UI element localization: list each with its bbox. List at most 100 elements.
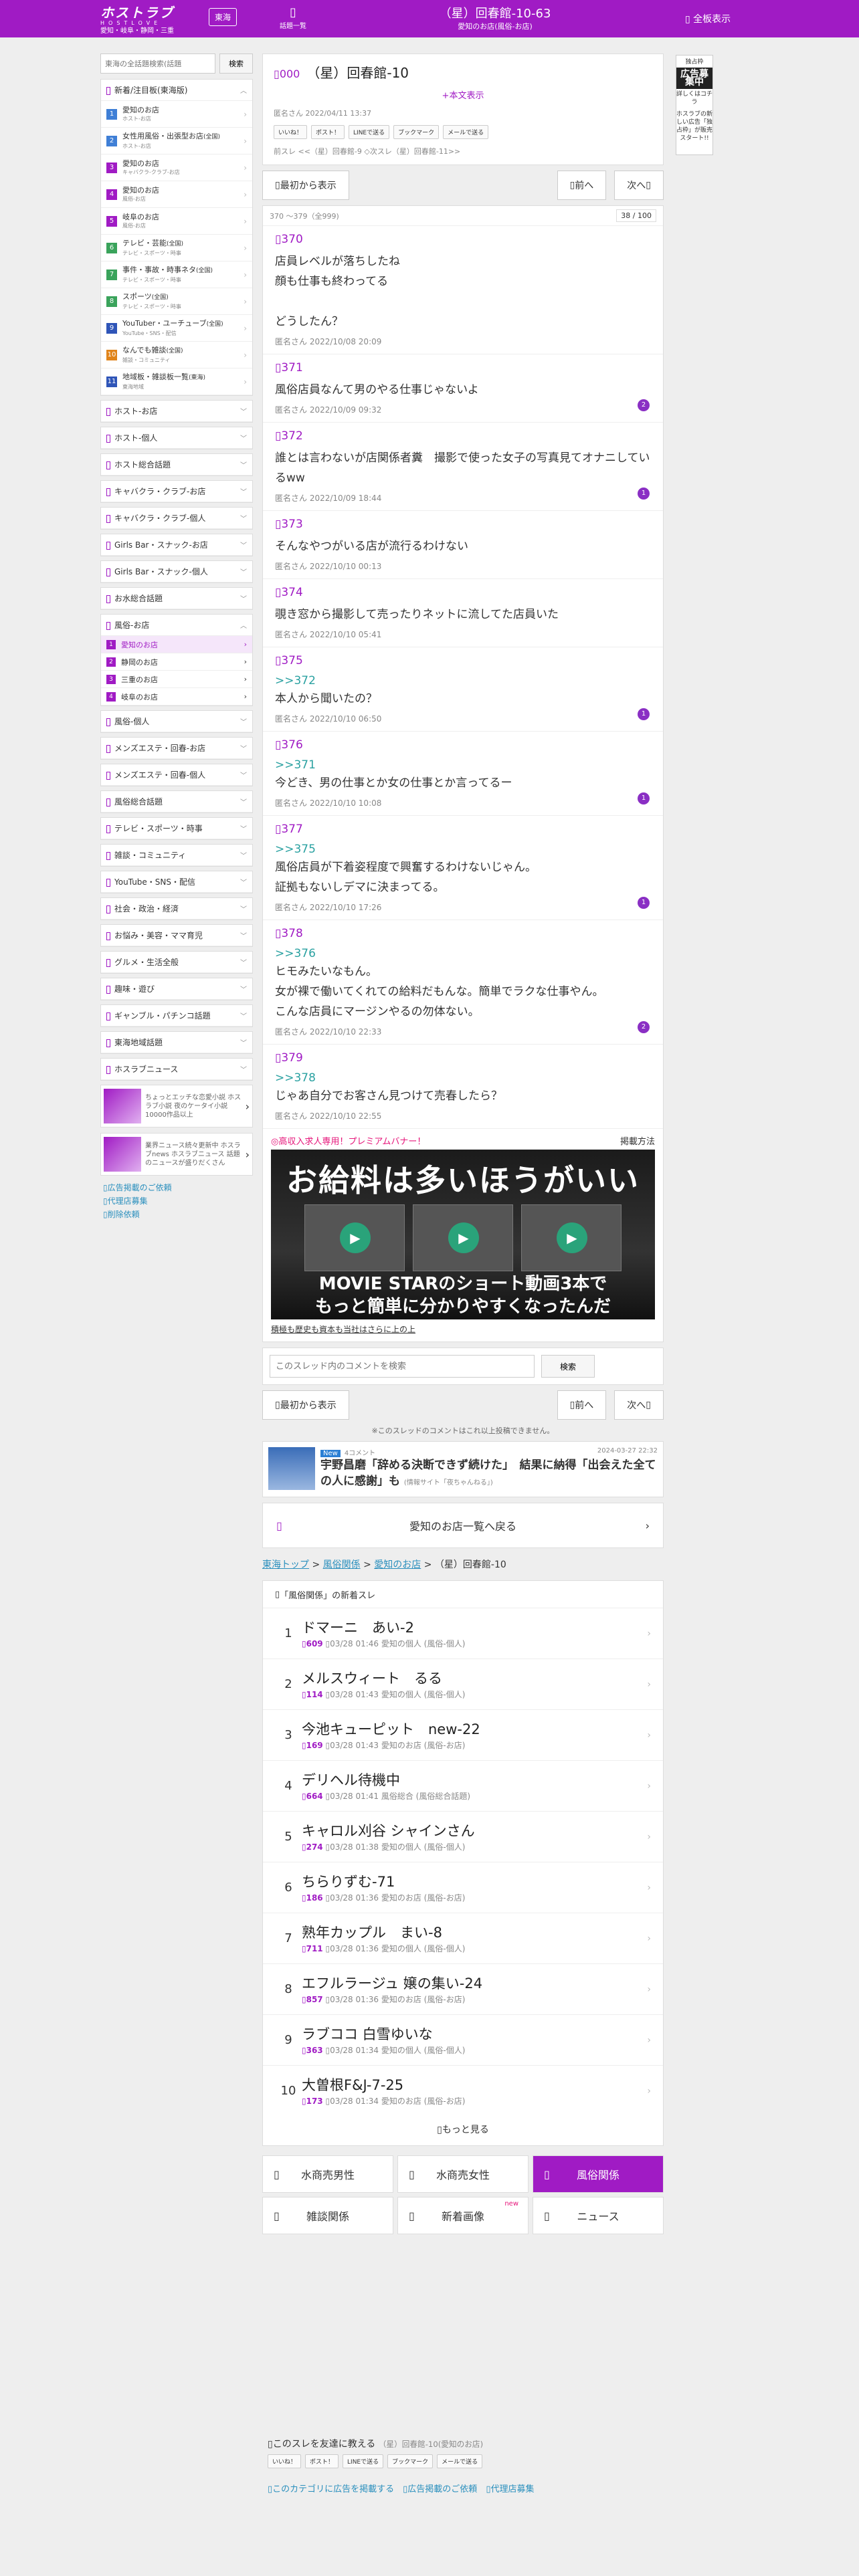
sidebar-section-head[interactable]: Girls Bar・スナック-お店 ﹀ [101, 534, 252, 556]
reply-anchor[interactable]: >>376 [275, 946, 651, 962]
share-button[interactable]: ポスト！ [305, 2454, 339, 2468]
sidebar-banner[interactable]: 業界ニュース続々更新中 ホスラブnews ホスラブニュース 話題のニュースが盛り… [100, 1133, 253, 1176]
post-number[interactable]: ▯372 [275, 429, 651, 443]
reply-count-badge[interactable]: 1 [638, 488, 650, 500]
premium-foot[interactable]: 積極も歴史も資本も当社はさらに上の上 [263, 1319, 663, 1341]
sidebar-section-head[interactable]: メンズエステ・回春-お店 ﹀ [101, 738, 252, 759]
sidebar-section-head[interactable]: お悩み・美容・ママ育児 ﹀ [101, 925, 252, 946]
share-button[interactable]: メールで送る [437, 2454, 483, 2468]
sidebar-popular-item[interactable]: 3 愛知のお店 キャバクラ-クラブ-お店 › [101, 154, 252, 181]
new-thread-item[interactable]: 5 キャロル刈谷 シャインさん ▯274 ▯03/28 01:38 愛知の個人 (風… [263, 1811, 663, 1862]
category-button[interactable]: ▯ ニュース [533, 2197, 664, 2234]
premium-banner[interactable]: ◎高収入求人専用！プレミアムバナー！ 掲載方法 お給料は多いほうがいい ▶ ▶ ▶… [263, 1129, 663, 1341]
page-indicator[interactable]: 38 / 100 [616, 209, 656, 222]
reply-count-badge[interactable]: 2 [638, 1021, 650, 1033]
post-number[interactable]: ▯377 [275, 823, 651, 836]
full-board-button[interactable]: ▯ 全板表示 [685, 12, 731, 25]
topic-list-button[interactable]: ▯ 話題一覧 [280, 5, 306, 30]
sidebar-section-head[interactable]: 雑談・コミュニティ ﹀ [101, 845, 252, 866]
post-number[interactable]: ▯370 [275, 233, 651, 246]
first-button[interactable]: ▯ 最初から表示 [262, 171, 349, 200]
new-thread-item[interactable]: 7 熟年カップル まい-8 ▯711 ▯03/28 01:36 愛知の個人 (風俗-… [263, 1913, 663, 1963]
reply-count-badge[interactable]: 1 [638, 897, 650, 909]
sidebar-popular-item[interactable]: 11 地域板・雑談板一覧(東海) 東海地域 › [101, 368, 252, 395]
sidebar-section-head[interactable]: ホスト-お店 ﹀ [101, 401, 252, 422]
post-number[interactable]: ▯375 [275, 654, 651, 667]
news-item[interactable]: New 4コメント 2024-03-27 22:32 宇野昌磨「辞める決断できず続け… [262, 1441, 664, 1497]
fuzoku-item[interactable]: 2 静岡のお店 › [101, 653, 252, 671]
prev-button[interactable]: ▯ 前へ [557, 171, 607, 200]
sidebar-section-head[interactable]: グルメ・生活全般 ﹀ [101, 952, 252, 973]
sidebar-section-head[interactable]: ホスト総合話題 ﹀ [101, 454, 252, 475]
reply-count-badge[interactable]: 1 [638, 708, 650, 720]
video-thumb[interactable]: ▶ [521, 1204, 622, 1271]
sidebar-section-head[interactable]: キャバクラ・クラブ-個人 ﹀ [101, 508, 252, 529]
sidebar-section-head[interactable]: ホスラブニュース ﹀ [101, 1059, 252, 1080]
sidebar-section-head[interactable]: お水総合話題 ﹀ [101, 588, 252, 609]
next-button[interactable]: 次へ ▯ [614, 171, 664, 200]
category-button[interactable]: ▯ 新着画像 new [397, 2197, 529, 2234]
sidebar-link[interactable]: ▯代理店募集 [103, 1194, 253, 1208]
sidebar-popular-item[interactable]: 4 愛知のお店 風俗-お店 › [101, 181, 252, 208]
prev-button[interactable]: ▯ 前へ [557, 1390, 607, 1420]
back-to-list-button[interactable]: ▯ 愛知のお店一覧へ戻る › [262, 1503, 664, 1548]
premium-how[interactable]: 掲載方法 [620, 1134, 655, 1147]
share-button[interactable]: ブックマーク [387, 2454, 434, 2468]
post-number[interactable]: ▯374 [275, 586, 651, 599]
fuzoku-item[interactable]: 3 三重のお店 › [101, 671, 252, 688]
category-button[interactable]: ▯ 水商売女性 [397, 2155, 529, 2193]
more-link[interactable]: ▯もっと見る [263, 2116, 663, 2145]
popular-head[interactable]: 新着/注目板(東海版) ︿ [101, 80, 252, 101]
sidebar-section-head[interactable]: メンズエステ・回春-個人 ﹀ [101, 764, 252, 786]
post-number[interactable]: ▯373 [275, 518, 651, 531]
sidebar-banner[interactable]: ちょっとエッチな恋愛小説 ホスラブ小説 夜のケータイ小説 10000作品以上 › [100, 1085, 253, 1128]
share-button[interactable]: いいね！ [274, 125, 308, 139]
video-thumb[interactable]: ▶ [304, 1204, 405, 1271]
sidebar-search-input[interactable] [100, 53, 215, 74]
sidebar-link[interactable]: ▯削除依頼 [103, 1208, 253, 1221]
category-button[interactable]: ▯ 水商売男性 [262, 2155, 393, 2193]
sidebar-section-head[interactable]: 社会・政治・経済 ﹀ [101, 898, 252, 920]
breadcrumb-item[interactable]: 風俗関係 [323, 1560, 361, 1570]
sidebar-popular-item[interactable]: 7 事件・事故・時事ネタ(全国) テレビ・スポーツ・時事 › [101, 261, 252, 288]
sidebar-section-head[interactable]: 風俗-個人 ﹀ [101, 711, 252, 732]
post-number[interactable]: ▯378 [275, 927, 651, 940]
category-button[interactable]: ▯ 風俗関係 [533, 2155, 664, 2193]
comment-search-button[interactable]: 検索 [541, 1355, 595, 1378]
footer-link[interactable]: ▯代理店募集 [486, 2484, 543, 2494]
sidebar-section-head[interactable]: 趣味・遊び ﹀ [101, 978, 252, 1000]
sidebar-section-head[interactable]: ホスト-個人 ﹀ [101, 427, 252, 449]
post-number[interactable]: ▯376 [275, 738, 651, 752]
sidebar-section-head[interactable]: キャバクラ・クラブ-お店 ﹀ [101, 481, 252, 502]
sidebar-popular-item[interactable]: 8 スポーツ(全国) テレビ・スポーツ・時事 › [101, 288, 252, 315]
sidebar-popular-item[interactable]: 1 愛知のお店 ホスト-お店 › [101, 101, 252, 128]
sidebar-popular-item[interactable]: 2 女性用風俗・出張型お店(全国) ホスト-お店 › [101, 128, 252, 154]
post-number[interactable]: ▯379 [275, 1051, 651, 1065]
footer-link[interactable]: ▯広告掲載のご依頼 [403, 2484, 486, 2494]
reply-anchor[interactable]: >>378 [275, 1070, 651, 1086]
new-thread-item[interactable]: 10 大曽根F&J-7-25 ▯173 ▯03/28 01:34 愛知のお店 (風俗… [263, 2065, 663, 2116]
new-thread-item[interactable]: 1 ドマーニ あい-2 ▯609 ▯03/28 01:46 愛知の個人 (風俗-個人… [263, 1608, 663, 1658]
share-button[interactable]: いいね！ [268, 2454, 302, 2468]
sidebar-section-head[interactable]: ギャンブル・パチンコ話題 ﹀ [101, 1005, 252, 1027]
breadcrumb-item[interactable]: 愛知のお店 [374, 1560, 421, 1570]
sidebar-section-head[interactable]: テレビ・スポーツ・時事 ﹀ [101, 818, 252, 839]
sidebar-search-button[interactable]: 検索 [219, 53, 253, 74]
sidebar-section-head[interactable]: YouTube・SNS・配信 ﹀ [101, 871, 252, 893]
related-threads[interactable]: 前スレ <<（星）回春館-9 ◇次スレ（星）回春館-11>> [274, 146, 652, 156]
reply-count-badge[interactable]: 1 [638, 792, 650, 804]
region-button[interactable]: 東海 [209, 8, 237, 26]
new-thread-item[interactable]: 8 エフルラージュ 嬢の集い-24 ▯857 ▯03/28 01:36 愛知のお店 … [263, 1963, 663, 2014]
next-button[interactable]: 次へ ▯ [614, 1390, 664, 1420]
sidebar-link[interactable]: ▯広告掲載のご依頼 [103, 1181, 253, 1194]
share-button[interactable]: LINEで送る [349, 125, 390, 139]
new-thread-item[interactable]: 6 ちらりずむ-71 ▯186 ▯03/28 01:36 愛知のお店 (風俗-お店)… [263, 1862, 663, 1913]
new-thread-item[interactable]: 9 ラブココ 白雪ゆいな ▯363 ▯03/28 01:34 愛知の個人 (風俗-個… [263, 2014, 663, 2065]
new-thread-item[interactable]: 4 デリヘル待機中 ▯664 ▯03/28 01:41 風俗総合 (風俗総合話題) › [263, 1760, 663, 1811]
comment-search-input[interactable] [270, 1355, 535, 1378]
logo[interactable]: ホストラブ HOSTLOVE 愛知・岐阜・静岡・三重 [100, 5, 194, 36]
sidebar-popular-item[interactable]: 9 YouTuber・ユーチューブ(全国) YouTube・SNS・配信 › [101, 315, 252, 342]
post-number[interactable]: ▯371 [275, 361, 651, 374]
reply-anchor[interactable]: >>372 [275, 673, 651, 689]
sidebar-section-head[interactable]: 風俗総合話題 ﹀ [101, 791, 252, 813]
